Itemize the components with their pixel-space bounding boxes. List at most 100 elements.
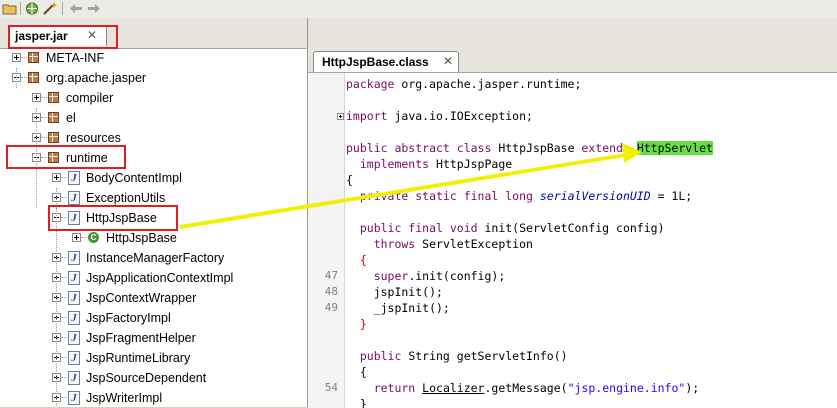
code-token: extends bbox=[581, 141, 637, 155]
tree-item[interactable]: J JspRuntimeLibrary bbox=[0, 348, 307, 368]
close-icon[interactable]: ✕ bbox=[443, 54, 453, 68]
tree-item[interactable]: J JspSourceDependent bbox=[0, 368, 307, 388]
tab-jasper-jar[interactable]: jasper.jar ✕ bbox=[9, 25, 107, 46]
tree-item-label: JspFragmentHelper bbox=[86, 331, 196, 345]
code-text: public String getServletInfo() bbox=[346, 348, 568, 364]
package-icon bbox=[48, 132, 59, 143]
left-tab-bar: jasper.jar ✕ bbox=[0, 18, 307, 49]
wand-icon[interactable] bbox=[42, 1, 58, 16]
tree-item[interactable]: J BodyContentImpl bbox=[0, 168, 307, 188]
code-token: public abstract class bbox=[346, 141, 499, 155]
code-token: { bbox=[346, 365, 367, 379]
expand-icon[interactable] bbox=[72, 233, 81, 242]
tree-item[interactable]: runtime bbox=[0, 148, 307, 168]
code-text: package org.apache.jasper.runtime; bbox=[346, 76, 581, 92]
editor-panel: HttpJspBase.class ✕ package org.apache.j… bbox=[308, 18, 837, 408]
tree-item[interactable]: J JspFragmentHelper bbox=[0, 328, 307, 348]
line-number: 47 bbox=[324, 269, 338, 282]
tree-item[interactable]: C HttpJspBase bbox=[0, 228, 307, 248]
tree-item[interactable]: META-INF bbox=[0, 48, 307, 68]
code-token: getMessage bbox=[491, 381, 561, 395]
code-token: org.apache.jasper.runtime; bbox=[401, 77, 582, 91]
back-arrow-icon[interactable] bbox=[68, 1, 84, 16]
code-token: Localizer bbox=[422, 381, 485, 395]
code-token: public final void bbox=[346, 221, 485, 235]
code-token: String getServletInfo() bbox=[408, 349, 568, 363]
tree-item[interactable]: resources bbox=[0, 128, 307, 148]
package-tree: META-INF org.apache.jasper compiler el resou… bbox=[0, 48, 307, 407]
tree-item-label: HttpJspBase bbox=[106, 231, 177, 245]
code-text: jspInit(); bbox=[346, 284, 443, 300]
tree-item-label: InstanceManagerFactory bbox=[86, 251, 225, 265]
tree-item[interactable]: compiler bbox=[0, 88, 307, 108]
close-icon[interactable]: ✕ bbox=[87, 28, 97, 42]
open-folder-icon[interactable] bbox=[2, 1, 18, 16]
code-token: implements bbox=[346, 157, 437, 171]
java-file-icon: J bbox=[68, 371, 80, 385]
expand-icon[interactable] bbox=[32, 93, 41, 102]
tab-label: HttpJspBase.class bbox=[322, 55, 429, 69]
tree-item-label: JspWriterImpl bbox=[86, 391, 163, 405]
tree-item[interactable]: J JspApplicationContextImpl bbox=[0, 268, 307, 288]
code-token: ( bbox=[560, 381, 568, 395]
expand-icon[interactable] bbox=[52, 173, 61, 182]
line-number: 48 bbox=[324, 285, 338, 298]
code-line: 54 return Localizer.getMessage("jsp.engi… bbox=[308, 380, 837, 396]
code-line: 47 super.init(config); bbox=[308, 268, 837, 284]
tree-item[interactable]: J JspWriterImpl bbox=[0, 388, 307, 407]
code-text: _jspInit(); bbox=[346, 300, 450, 316]
tree-item-label: el bbox=[66, 111, 76, 125]
code-token: package bbox=[346, 77, 402, 91]
package-icon bbox=[28, 72, 39, 83]
code-token: ); bbox=[685, 381, 700, 395]
forward-arrow-icon[interactable] bbox=[86, 1, 102, 16]
tree-item-label: JspApplicationContextImpl bbox=[86, 271, 234, 285]
tree-item[interactable]: J ExceptionUtils bbox=[0, 188, 307, 208]
fold-expand-icon[interactable] bbox=[337, 113, 344, 120]
tab-httpjspbase-class[interactable]: HttpJspBase.class ✕ bbox=[313, 51, 459, 72]
tree-item-label: JspFactoryImpl bbox=[86, 311, 171, 325]
tree-item[interactable]: J HttpJspBase bbox=[0, 208, 307, 228]
tree-item-label: JspContextWrapper bbox=[86, 291, 197, 305]
tree-item-label: JspRuntimeLibrary bbox=[86, 351, 191, 365]
code-text: { bbox=[346, 364, 367, 380]
code-line: package org.apache.jasper.runtime; bbox=[308, 76, 837, 92]
code-line: public String getServletInfo() bbox=[308, 348, 837, 364]
package-icon bbox=[48, 112, 59, 123]
code-text: private static final long serialVersionU… bbox=[346, 188, 692, 204]
code-token: HttpJspPage bbox=[436, 157, 513, 171]
code-token: { bbox=[346, 173, 353, 187]
tree-item[interactable]: el bbox=[0, 108, 307, 128]
tree-item-label: HttpJspBase bbox=[86, 211, 157, 225]
tab-label: jasper.jar bbox=[15, 29, 68, 43]
code-text: import java.io.IOException; bbox=[346, 108, 533, 124]
expand-icon[interactable] bbox=[12, 53, 21, 62]
code-editor[interactable]: package org.apache.jasper.runtime; import… bbox=[308, 72, 837, 408]
editor-tab-bar: HttpJspBase.class ✕ bbox=[308, 18, 837, 72]
tree-item-label: META-INF bbox=[46, 51, 105, 65]
code-line: public final void init(ServletConfig con… bbox=[308, 220, 837, 236]
code-text: implements HttpJspPage bbox=[346, 156, 512, 172]
tree-item[interactable]: org.apache.jasper bbox=[0, 68, 307, 88]
package-icon bbox=[48, 152, 59, 163]
tree-item-label: compiler bbox=[66, 91, 114, 105]
tree-item[interactable]: J InstanceManagerFactory bbox=[0, 248, 307, 268]
code-line: } bbox=[308, 396, 837, 408]
tree-item[interactable]: J JspContextWrapper bbox=[0, 288, 307, 308]
code-token: public bbox=[346, 349, 409, 363]
tree-item[interactable]: J JspFactoryImpl bbox=[0, 308, 307, 328]
class-icon: C bbox=[88, 232, 99, 243]
code-line: private static final long serialVersionU… bbox=[308, 188, 837, 204]
code-line: public abstract class HttpJspBase extend… bbox=[308, 140, 837, 156]
code-token: jspInit(); bbox=[346, 285, 443, 299]
tree-item-label: runtime bbox=[66, 151, 108, 165]
code-line: 49 _jspInit(); bbox=[308, 300, 837, 316]
open-url-icon[interactable] bbox=[24, 1, 40, 16]
code-token: java.io.IOException; bbox=[394, 109, 533, 123]
tree-item-label: org.apache.jasper bbox=[46, 71, 147, 85]
java-file-icon: J bbox=[68, 251, 80, 265]
toolbar bbox=[0, 0, 837, 19]
code-token: throws bbox=[346, 237, 423, 251]
